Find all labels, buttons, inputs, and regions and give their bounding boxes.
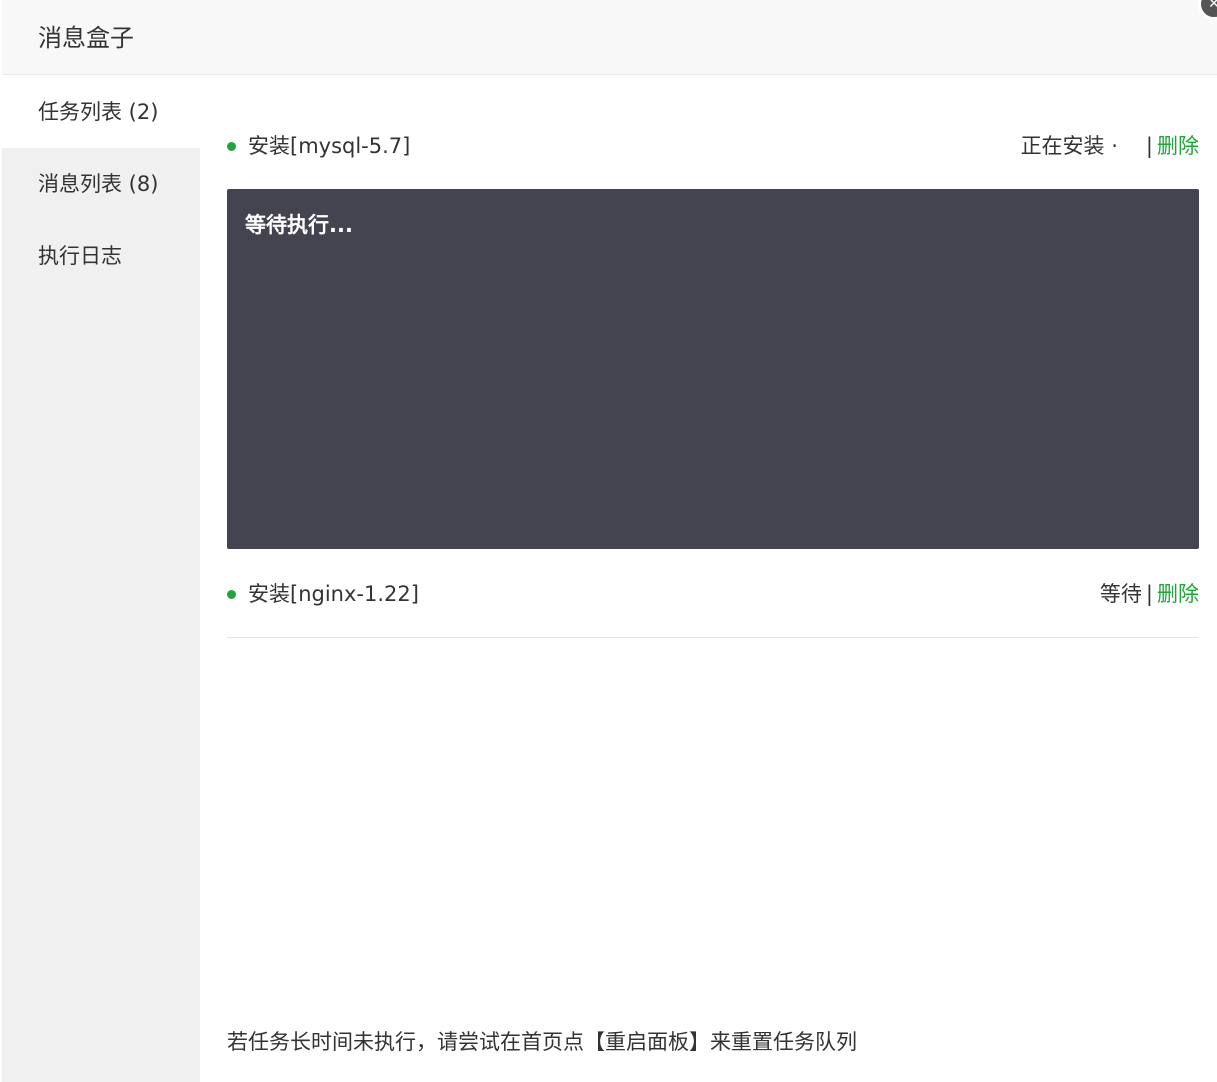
delete-button[interactable]: 删除: [1157, 582, 1199, 606]
task-status: 正在安装 ·: [1020, 134, 1118, 158]
delete-button[interactable]: 删除: [1157, 134, 1199, 158]
sidebar-item-label: 执行日志: [38, 244, 122, 268]
task-actions: 等待 | 删除: [1100, 574, 1199, 614]
status-dot-icon: [227, 590, 236, 599]
sidebar-item-label: 任务列表 (2): [38, 100, 159, 124]
task-status: 等待: [1099, 582, 1142, 606]
task-console-output: 等待执行...: [227, 189, 1199, 549]
dialog-title: 消息盒子: [38, 24, 134, 52]
task-name: 安装[mysql-5.7]: [248, 134, 411, 158]
task-actions: 正在安装 · | 删除: [1021, 126, 1199, 166]
message-box-dialog: 消息盒子 ✕ 任务列表 (2) 消息列表 (8) 执行日志 安装[mysql-5…: [2, 0, 1217, 1082]
sidebar: 任务列表 (2) 消息列表 (8) 执行日志: [2, 76, 200, 1082]
dialog-header: 消息盒子: [2, 0, 1217, 75]
task-name: 安装[nginx-1.22]: [248, 582, 419, 606]
task-row: 安装[nginx-1.22] 等待 | 删除: [227, 574, 1199, 614]
sidebar-item-execution-log[interactable]: 执行日志: [2, 220, 200, 292]
console-text: 等待执行...: [245, 213, 353, 237]
divider: [227, 637, 1199, 638]
footer-tip: 若任务长时间未执行，请尝试在首页点【重启面板】来重置任务队列: [227, 1030, 857, 1054]
sidebar-item-message-list[interactable]: 消息列表 (8): [2, 148, 200, 220]
action-separator: |: [1145, 134, 1153, 158]
status-dot-icon: [227, 142, 236, 151]
task-list-panel: 安装[mysql-5.7] 正在安装 · | 删除 等待执行... 安装[nginx…: [227, 76, 1199, 1082]
task-row: 安装[mysql-5.7] 正在安装 · | 删除: [227, 126, 1199, 166]
sidebar-item-label: 消息列表 (8): [38, 172, 159, 196]
sidebar-item-task-list[interactable]: 任务列表 (2): [2, 76, 200, 148]
action-separator: |: [1145, 582, 1153, 606]
